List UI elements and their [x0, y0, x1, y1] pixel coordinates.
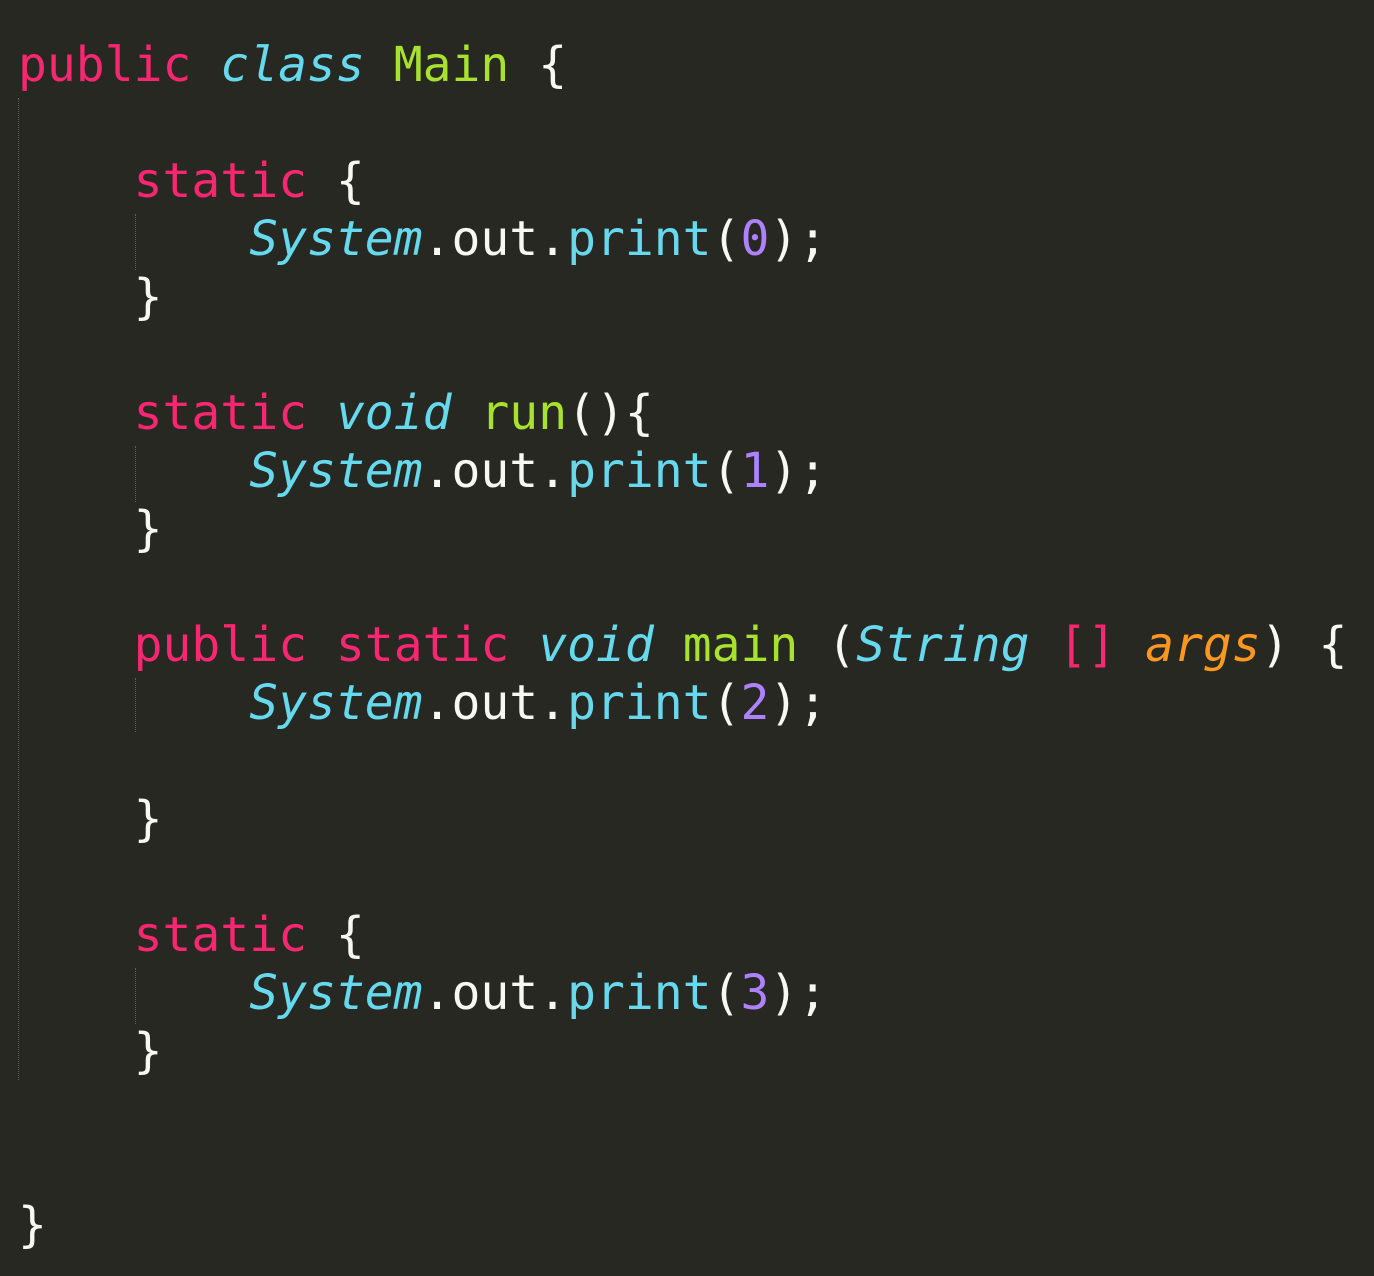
code-token-punct: [18, 385, 134, 441]
code-line[interactable]: [18, 848, 1347, 906]
code-token-punct: [307, 385, 336, 441]
code-token-obj: String: [856, 617, 1030, 673]
code-line[interactable]: [18, 94, 1347, 152]
code-token-punct: );: [769, 443, 828, 499]
code-token-punct: }: [18, 791, 163, 847]
code-token-kwi: void: [538, 617, 654, 673]
code-token-kw: public: [18, 37, 192, 93]
code-token-punct: (: [711, 965, 741, 1021]
code-token-punct: (: [711, 211, 741, 267]
code-line[interactable]: }: [18, 790, 1347, 848]
code-token-punct: [18, 965, 249, 1021]
code-line[interactable]: }: [18, 1022, 1347, 1080]
code-token-call: print: [567, 675, 712, 731]
code-token-num: 3: [740, 965, 770, 1021]
code-token-num: 0: [740, 211, 770, 267]
code-line[interactable]: static void run(){: [18, 384, 1347, 442]
code-line[interactable]: System.out.print(0);: [18, 210, 1347, 268]
code-token-punct: [18, 907, 134, 963]
code-token-call: print: [567, 211, 712, 267]
code-token-obj: System: [249, 443, 423, 499]
code-token-obj: System: [249, 675, 423, 731]
code-token-fn: run: [480, 385, 568, 441]
code-token-punct: [1116, 617, 1145, 673]
code-token-punct: [1029, 617, 1058, 673]
code-token-kwi: class: [220, 37, 365, 93]
code-line[interactable]: System.out.print(3);: [18, 964, 1347, 1022]
code-token-fn: main: [682, 617, 799, 673]
code-token-punct: {: [306, 153, 365, 209]
code-token-punct: );: [769, 211, 828, 267]
code-token-call: print: [567, 965, 712, 1021]
code-token-id: .out.: [422, 675, 568, 731]
code-line[interactable]: [18, 1138, 1347, 1196]
code-token-punct: ) {: [1260, 617, 1348, 673]
code-token-punct: [509, 617, 538, 673]
code-token-obj: System: [249, 965, 423, 1021]
code-token-punct: );: [769, 675, 828, 731]
code-token-punct: {: [509, 37, 568, 93]
code-body[interactable]: public class Main { static { System.out.…: [18, 36, 1347, 1254]
code-token-punct: (: [711, 443, 741, 499]
code-token-kw: []: [1058, 617, 1117, 673]
code-token-punct: }: [18, 1023, 163, 1079]
code-line[interactable]: System.out.print(1);: [18, 442, 1347, 500]
code-token-punct: (: [711, 675, 741, 731]
code-token-id: .out.: [422, 443, 568, 499]
code-token-obj: System: [249, 211, 423, 267]
code-token-num: 1: [740, 443, 770, 499]
code-token-param: args: [1145, 617, 1261, 673]
code-token-punct: {: [306, 907, 365, 963]
code-line[interactable]: [18, 1080, 1347, 1138]
code-token-punct: }: [18, 269, 163, 325]
code-token-id: .out.: [422, 965, 568, 1021]
code-token-punct: [451, 385, 480, 441]
code-line[interactable]: System.out.print(2);: [18, 674, 1347, 732]
code-token-kw: public: [133, 617, 307, 673]
code-token-punct: [307, 617, 336, 673]
code-token-kw: static: [133, 385, 307, 441]
code-token-kw: static: [335, 617, 510, 673]
code-token-punct: }: [18, 501, 163, 557]
code-token-punct: [18, 443, 249, 499]
code-token-punct: [18, 211, 249, 267]
code-line[interactable]: }: [18, 500, 1347, 558]
code-token-cls: Main: [393, 37, 510, 93]
code-token-punct: [18, 153, 134, 209]
code-token-punct: [191, 37, 220, 93]
code-token-call: print: [567, 443, 712, 499]
code-line[interactable]: }: [18, 268, 1347, 326]
code-line[interactable]: static {: [18, 152, 1347, 210]
code-editor[interactable]: public class Main { static { System.out.…: [0, 0, 1374, 1276]
code-line[interactable]: }: [18, 1196, 1347, 1254]
code-token-kw: static: [133, 907, 307, 963]
code-token-punct: [365, 37, 394, 93]
code-line[interactable]: [18, 732, 1347, 790]
code-token-punct: (: [798, 617, 857, 673]
code-token-punct: );: [769, 965, 828, 1021]
code-token-punct: }: [18, 1197, 47, 1253]
code-token-kw: static: [133, 153, 307, 209]
code-token-punct: (){: [567, 385, 654, 441]
code-line[interactable]: [18, 326, 1347, 384]
code-line[interactable]: [18, 558, 1347, 616]
code-token-id: .out.: [422, 211, 568, 267]
code-line[interactable]: public static void main (String [] args)…: [18, 616, 1348, 674]
code-line[interactable]: static {: [18, 906, 1347, 964]
code-token-punct: [18, 675, 249, 731]
code-token-punct: [18, 617, 134, 673]
code-token-num: 2: [740, 675, 770, 731]
code-token-kwi: void: [335, 385, 452, 441]
code-line[interactable]: public class Main {: [18, 36, 1347, 94]
code-token-punct: [654, 617, 683, 673]
